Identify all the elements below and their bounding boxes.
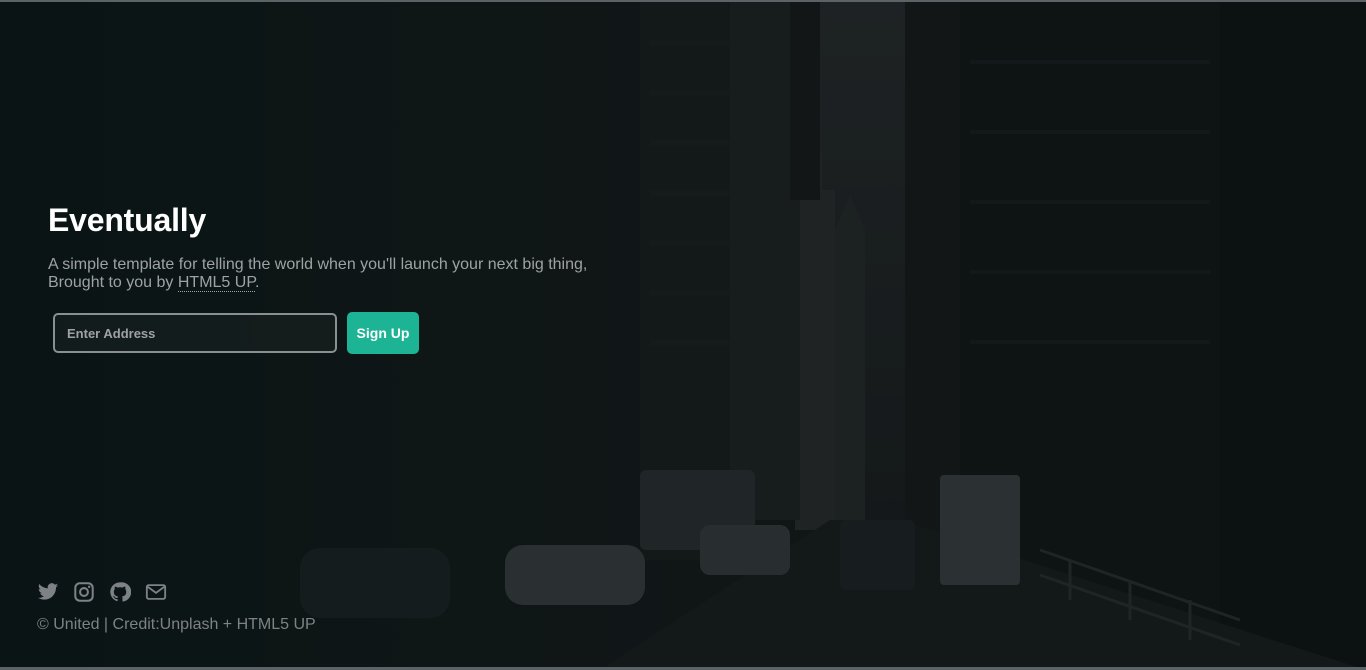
github-icon[interactable] — [109, 581, 132, 603]
sign-up-button[interactable]: Sign Up — [347, 312, 419, 354]
email-address-input[interactable] — [53, 313, 337, 353]
subtitle-line-1: A simple template for telling the world … — [48, 256, 588, 273]
hero-section: Eventually A simple template for telling… — [48, 200, 648, 354]
html5up-link[interactable]: HTML5 UP — [177, 274, 255, 292]
signup-form: Sign Up — [53, 312, 419, 354]
instagram-icon[interactable] — [73, 581, 95, 603]
social-icons — [37, 580, 316, 604]
footer: © United | Credit:Unplash + HTML5 UP — [37, 580, 316, 634]
envelope-icon[interactable] — [145, 581, 167, 603]
twitter-icon[interactable] — [37, 581, 59, 603]
subtitle-suffix: . — [254, 274, 260, 291]
copyright-text: © United | Credit:Unplash + HTML5 UP — [37, 616, 316, 633]
page-title: Eventually — [48, 202, 207, 238]
page-subtitle: A simple template for telling the world … — [48, 256, 648, 292]
subtitle-prefix: Brought to you by — [48, 274, 174, 291]
subtitle-line-2: Brought to you by HTML5 UP. — [48, 274, 648, 292]
